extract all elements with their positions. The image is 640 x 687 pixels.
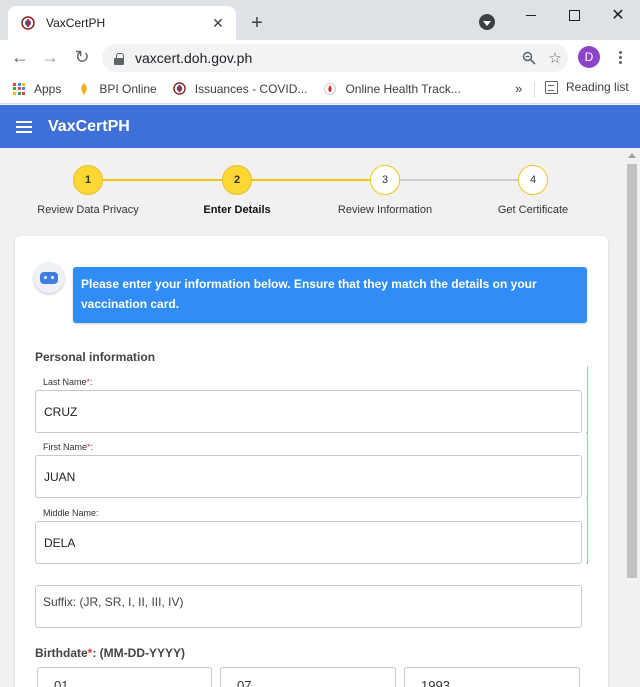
more-bookmarks-icon[interactable]: » <box>515 81 522 96</box>
middle-name-value: DELA <box>44 535 76 550</box>
step-number: 3 <box>370 165 400 195</box>
forward-icon[interactable]: → <box>38 45 62 69</box>
tab-search-icon[interactable] <box>479 14 495 30</box>
browser-tabstrip: VaxCertPH ✕ + ✕ <box>0 0 640 40</box>
step-label: Enter Details <box>203 204 271 216</box>
page-scrollbar[interactable] <box>624 148 640 687</box>
last-name-label: Last Name*: <box>43 377 93 387</box>
app-title: VaxCertPH <box>48 117 130 135</box>
bookmark-label: BPI Online <box>99 81 157 96</box>
hamburger-menu-icon[interactable] <box>16 120 32 133</box>
details-form-card: Please enter your information below. Ens… <box>15 236 608 687</box>
step-label: Get Certificate <box>497 204 569 216</box>
suffix-input[interactable]: Suffix: (JR, SR, I, II, III, IV) <box>35 585 582 628</box>
close-tab-icon[interactable]: ✕ <box>208 13 228 33</box>
robot-icon <box>34 263 64 293</box>
field-focus-edge <box>586 433 588 498</box>
last-name-input[interactable]: CRUZ <box>35 390 582 433</box>
lock-icon[interactable] <box>114 52 124 65</box>
step-label: Review Information <box>337 204 433 216</box>
apps-grid-icon <box>12 82 26 96</box>
reading-list-icon <box>545 80 558 94</box>
step-1: 1 Review Data Privacy <box>13 165 163 216</box>
first-name-label: First Name*: <box>43 442 94 452</box>
doh-seal-icon <box>20 15 36 31</box>
reading-list-label: Reading list <box>566 80 629 94</box>
scroll-up-icon[interactable] <box>628 153 636 158</box>
step-label: Review Data Privacy <box>37 204 139 216</box>
bookmark-bpi-online[interactable]: BPI Online <box>77 81 157 96</box>
bookmark-apps[interactable]: Apps <box>12 82 61 96</box>
app-header: VaxCertPH <box>0 105 640 148</box>
close-window-icon[interactable]: ✕ <box>605 4 631 26</box>
birth-month-select[interactable]: 01 <box>37 667 212 687</box>
url-text[interactable]: vaxcert.doh.gov.ph <box>135 50 516 66</box>
middle-name-input[interactable]: DELA <box>35 521 582 564</box>
last-name-value: CRUZ <box>44 404 78 419</box>
browser-toolbar: ← → ↻ vaxcert.doh.gov.ph ☆ D <box>0 40 640 74</box>
doh-seal-icon <box>173 82 187 96</box>
birth-year-select[interactable]: 1993 <box>404 667 580 687</box>
bookmark-health-tracker[interactable]: Online Health Track... <box>323 81 461 96</box>
suffix-placeholder: Suffix: (JR, SR, I, II, III, IV) <box>43 595 184 609</box>
first-name-value: JUAN <box>44 469 76 484</box>
bookmarks-bar: Apps BPI Online Issuances - COVID... Onl… <box>0 74 640 104</box>
field-focus-edge <box>586 498 588 564</box>
drop-icon <box>323 82 337 96</box>
progress-stepper: 1 Review Data Privacy 2 Enter Details 3 … <box>0 148 624 228</box>
maximize-icon[interactable] <box>561 4 587 26</box>
bookmark-issuances[interactable]: Issuances - COVID... <box>173 81 308 96</box>
address-bar[interactable]: vaxcert.doh.gov.ph ☆ <box>102 44 568 72</box>
field-focus-edge <box>586 366 588 433</box>
step-2: 2 Enter Details <box>162 165 312 216</box>
bookmark-label: Apps <box>34 81 62 96</box>
minimize-icon[interactable] <box>518 4 544 26</box>
back-icon[interactable]: ← <box>8 45 32 69</box>
step-number: 2 <box>222 165 252 195</box>
bookmark-label: Online Health Track... <box>345 81 461 96</box>
profile-avatar[interactable]: D <box>578 46 600 68</box>
step-4: 4 Get Certificate <box>458 165 608 216</box>
middle-name-label: Middle Name: <box>43 508 99 518</box>
birthdate-label: Birthdate*: (MM-DD-YYYY) <box>35 646 185 660</box>
step-number: 1 <box>73 165 103 195</box>
browser-tab[interactable]: VaxCertPH ✕ <box>8 6 236 40</box>
reload-icon[interactable]: ↻ <box>70 45 94 69</box>
zoom-icon[interactable] <box>516 45 542 71</box>
step-3: 3 Review Information <box>310 165 460 216</box>
tab-title: VaxCertPH <box>46 16 106 30</box>
star-icon[interactable]: ☆ <box>542 45 568 71</box>
bookmark-label: Issuances - COVID... <box>194 81 308 96</box>
info-notice: Please enter your information below. Ens… <box>73 267 587 323</box>
bpi-icon <box>77 82 91 96</box>
section-title: Personal information <box>35 350 156 364</box>
birth-day-select[interactable]: 07 <box>220 667 396 687</box>
step-number: 4 <box>518 165 548 195</box>
reading-list-button[interactable]: Reading list <box>545 80 629 94</box>
menu-icon[interactable] <box>612 47 628 67</box>
page-content: 1 Review Data Privacy 2 Enter Details 3 … <box>0 148 624 687</box>
first-name-input[interactable]: JUAN <box>35 455 582 498</box>
bookmark-divider <box>534 82 535 98</box>
new-tab-button[interactable]: + <box>246 12 268 34</box>
scroll-thumb[interactable] <box>627 164 637 578</box>
